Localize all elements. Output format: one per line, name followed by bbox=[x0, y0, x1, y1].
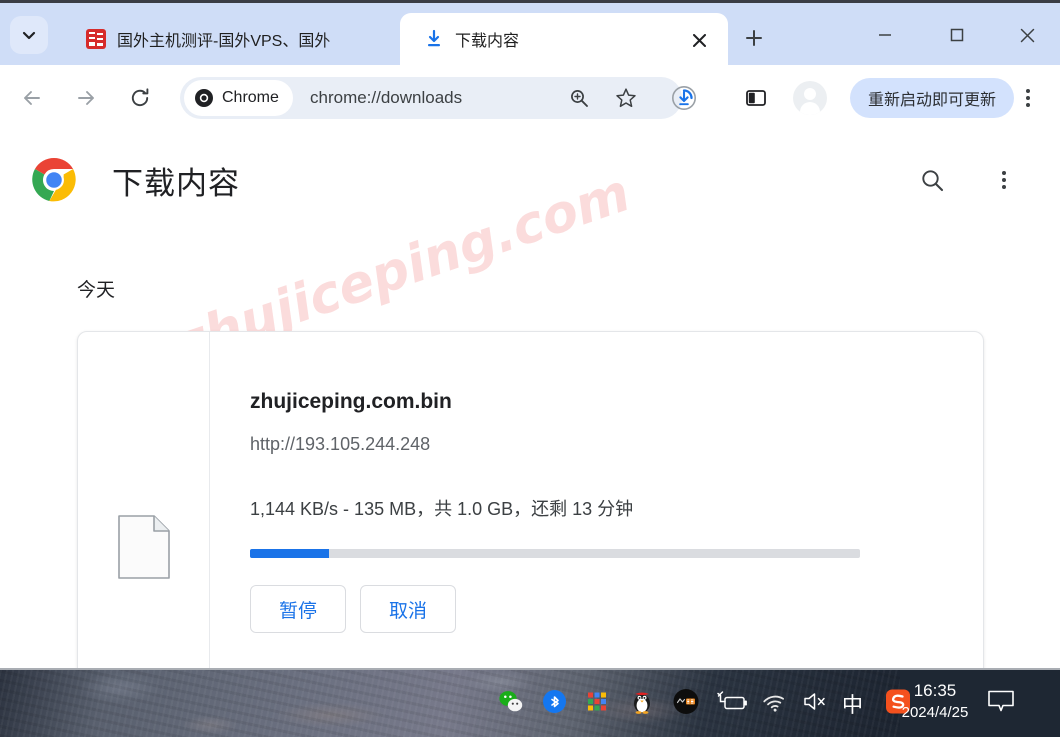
back-button[interactable] bbox=[12, 78, 52, 118]
browser-window: 国外主机测评-国外VPS、国外 下载内容 Chrome chrome://dow… bbox=[0, 0, 1060, 737]
reload-icon bbox=[131, 88, 149, 107]
chrome-chip-label: Chrome bbox=[222, 89, 279, 106]
download-item-card[interactable]: zhujiceping.com.bin http://193.105.244.2… bbox=[77, 331, 984, 668]
close-icon bbox=[1020, 28, 1034, 42]
tab-strip: 国外主机测评-国外VPS、国外 下载内容 bbox=[0, 3, 1060, 65]
tab-downloads-close-button[interactable] bbox=[688, 29, 710, 51]
page-title: 下载内容 bbox=[112, 165, 240, 201]
address-bar-url: chrome://downloads bbox=[310, 88, 463, 107]
ime-chinese-icon[interactable]: 中 bbox=[842, 689, 863, 719]
tab-site[interactable]: 国外主机测评-国外VPS、国外 bbox=[62, 13, 432, 65]
pause-button[interactable]: 暂停 bbox=[250, 585, 347, 633]
tab-search-button[interactable] bbox=[10, 16, 48, 54]
reload-button[interactable] bbox=[120, 78, 160, 118]
tab-downloads-label: 下载内容 bbox=[455, 33, 520, 50]
cancel-button[interactable]: 取消 bbox=[360, 585, 457, 633]
download-filename[interactable]: zhujiceping.com.bin bbox=[250, 390, 983, 414]
wifi-icon[interactable] bbox=[762, 689, 788, 718]
downloads-tray-icon bbox=[672, 86, 696, 110]
window-minimize-button[interactable] bbox=[862, 17, 908, 53]
download-progress-bar bbox=[250, 549, 860, 558]
side-panel-button[interactable] bbox=[737, 79, 775, 117]
side-panel-icon bbox=[746, 90, 766, 106]
download-action-buttons: 暂停 取消 bbox=[250, 585, 983, 633]
download-icon bbox=[424, 29, 444, 49]
downloads-page-header: 下载内容 bbox=[0, 130, 1060, 230]
chrome-chip[interactable]: Chrome bbox=[184, 80, 293, 116]
more-vertical-icon bbox=[1002, 171, 1006, 189]
downloads-search-button[interactable] bbox=[910, 158, 954, 202]
clock-date: 2024/4/25 bbox=[901, 703, 969, 721]
close-icon bbox=[692, 33, 706, 47]
maximize-icon bbox=[950, 28, 964, 42]
windows-taskbar: 中 16:35 2024/4/25 bbox=[0, 668, 1060, 737]
downloads-tray-button[interactable] bbox=[665, 79, 703, 117]
notification-center-icon bbox=[988, 690, 1014, 711]
clock-time: 16:35 bbox=[913, 681, 957, 700]
color-grid-icon[interactable] bbox=[586, 690, 608, 717]
profile-avatar-button[interactable] bbox=[791, 79, 829, 117]
window-maximize-button[interactable] bbox=[934, 17, 980, 53]
star-icon bbox=[616, 88, 636, 108]
tab-downloads[interactable]: 下载内容 bbox=[400, 13, 728, 65]
bookmark-button[interactable] bbox=[608, 80, 644, 116]
three-dot-menu-icon bbox=[1026, 89, 1030, 107]
date-group-label: 今天 bbox=[77, 280, 116, 301]
browser-menu-button[interactable] bbox=[1012, 80, 1044, 116]
download-progress-fill bbox=[250, 549, 330, 558]
search-icon bbox=[921, 169, 943, 191]
zoom-button[interactable] bbox=[561, 80, 597, 116]
seal-favicon bbox=[86, 29, 106, 49]
new-tab-button[interactable] bbox=[738, 22, 770, 54]
chrome-logo-icon bbox=[31, 157, 77, 203]
plus-icon bbox=[746, 30, 762, 46]
tab-site-label: 国外主机测评-国外VPS、国外 bbox=[117, 33, 331, 50]
download-status-text: 1,144 KB/s - 135 MB，共 1.0 GB，还剩 13 分钟 bbox=[250, 499, 634, 519]
volume-muted-icon[interactable] bbox=[802, 689, 830, 718]
dark-circle-app-icon[interactable] bbox=[673, 688, 699, 719]
download-source-url[interactable]: http://193.105.244.248 bbox=[250, 434, 983, 455]
back-arrow-icon bbox=[24, 91, 40, 105]
profile-avatar bbox=[793, 81, 827, 115]
download-file-icon-column bbox=[78, 332, 210, 668]
update-button[interactable]: 重新启动即可更新 bbox=[850, 78, 1015, 118]
wechat-icon[interactable] bbox=[498, 688, 524, 719]
battery-charging-icon[interactable] bbox=[716, 689, 748, 718]
forward-button[interactable] bbox=[66, 78, 106, 118]
qq-penguin-icon[interactable] bbox=[629, 688, 655, 719]
chevron-down-icon bbox=[22, 31, 36, 40]
forward-arrow-icon bbox=[78, 91, 94, 105]
window-close-button[interactable] bbox=[1004, 17, 1050, 53]
notification-center-button[interactable] bbox=[986, 688, 1016, 719]
minimize-icon bbox=[879, 34, 891, 36]
address-bar[interactable]: Chrome chrome://downloads bbox=[180, 77, 682, 119]
chrome-logo-icon bbox=[195, 89, 213, 107]
downloads-page: 下载内容 今天 zhujiceping.com zhujiceping.com.… bbox=[0, 130, 1060, 668]
zoom-magnifier-icon bbox=[571, 90, 588, 107]
generic-file-icon bbox=[117, 515, 170, 579]
downloads-menu-button[interactable] bbox=[982, 158, 1026, 202]
download-details: zhujiceping.com.bin http://193.105.244.2… bbox=[210, 332, 983, 668]
taskbar-clock[interactable]: 16:35 2024/4/25 bbox=[880, 680, 990, 723]
bluetooth-icon[interactable] bbox=[542, 689, 567, 719]
